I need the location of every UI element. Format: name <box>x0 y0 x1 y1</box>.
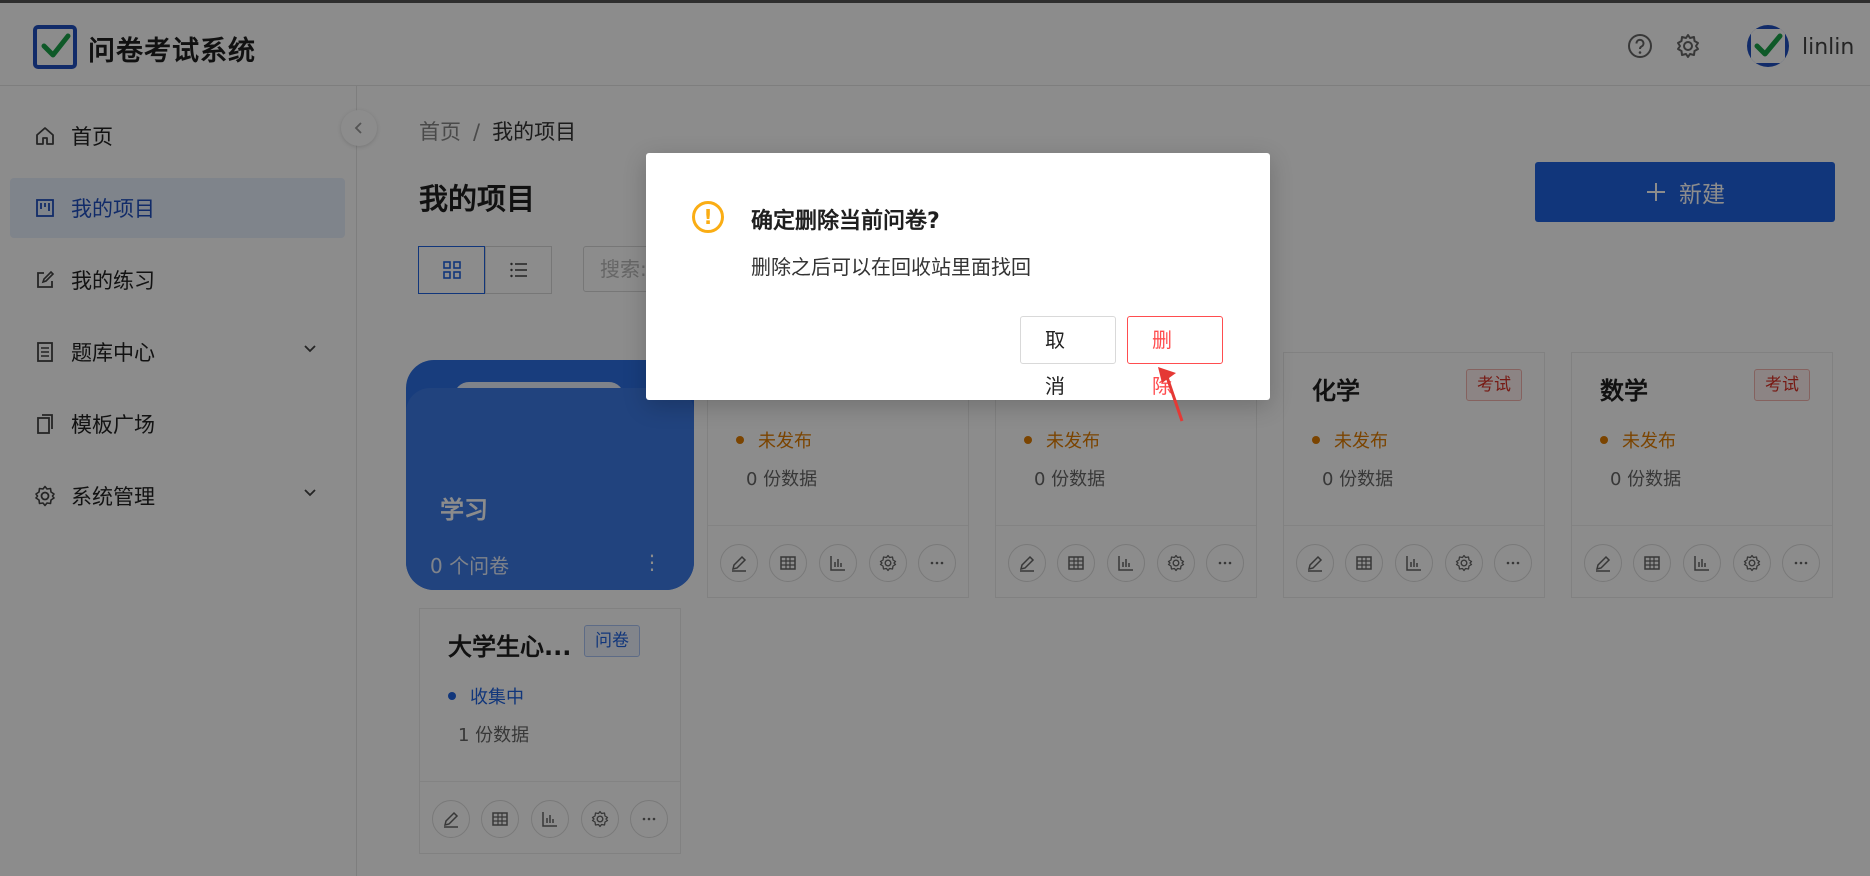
cancel-button[interactable]: 取 消 <box>1020 316 1116 398</box>
dialog-title: 确定删除当前问卷? <box>751 209 940 234</box>
dialog-content: 删除之后可以在回收站里面找回 <box>751 255 1031 279</box>
warning-icon: ! <box>692 201 724 233</box>
pointer-arrow-icon <box>1158 367 1184 422</box>
modal-overlay[interactable] <box>0 0 1870 876</box>
